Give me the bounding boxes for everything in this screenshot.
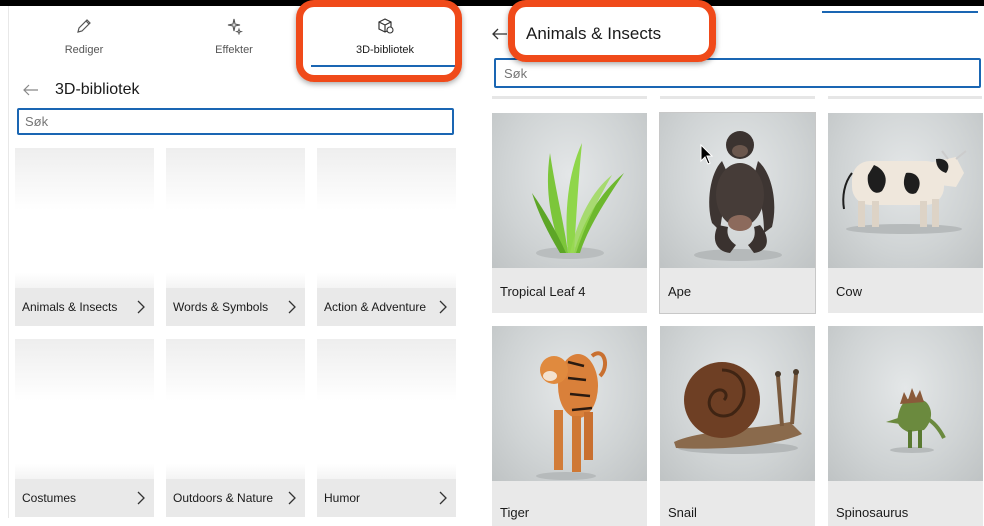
category-label: Humor [324,491,361,505]
category-header: Animals & Insects [480,16,984,52]
model-label: Cow [836,284,863,299]
tile-edge [660,96,815,99]
category-action-adventure[interactable]: Action & Adventure [317,148,456,326]
category-label: Costumes [22,491,77,505]
chevron-right-icon [137,300,145,314]
model-thumbnail [660,326,815,481]
search-input[interactable] [494,58,981,88]
model-thumbnail [492,113,647,268]
model-tile-snail[interactable]: Snail [660,326,815,526]
model-thumbnail [828,113,983,268]
tab-effekter[interactable]: Effekter [159,6,309,70]
chevron-right-icon [288,300,296,314]
active-tab-indicator [822,11,978,13]
category-label-bar: Words & Symbols [166,288,305,326]
model-tile-cow[interactable]: Cow [828,113,983,313]
category-label: Outdoors & Nature [173,491,274,505]
category-outdoors-nature[interactable]: Outdoors & Nature [166,339,305,517]
model-thumbnail [828,326,983,481]
category-label: Animals & Insects [22,300,118,314]
category-words-symbols[interactable]: Words & Symbols [166,148,305,326]
model-tile-ape[interactable]: Ape [659,112,816,314]
back-arrow-icon[interactable] [486,16,514,52]
model-label: Ape [668,284,692,299]
category-animals-insects[interactable]: Animals & Insects [15,148,154,326]
category-costumes[interactable]: Costumes [15,339,154,517]
category-label-bar: Humor [317,479,456,517]
model-tile-tiger[interactable]: Tiger [492,326,647,526]
active-tab-indicator [311,65,459,67]
back-arrow-icon[interactable] [13,72,49,108]
snail-model-image [674,362,802,454]
category-label-bar: Outdoors & Nature [166,479,305,517]
tile-edge [492,96,647,99]
leaf-model-image [532,143,624,259]
tab-3d-bibliotek[interactable]: 3D-bibliotek [311,6,459,70]
model-tile-tropical-leaf[interactable]: Tropical Leaf 4 [492,113,647,313]
sparkle-icon [224,16,244,36]
tab-label: Rediger [64,44,104,56]
tab-rediger[interactable]: Rediger [9,6,159,70]
model-tile-spinosaurus[interactable]: Spinosaurus [828,326,983,526]
tab-label: 3D-bibliotek [355,44,415,56]
category-label: Words & Symbols [173,300,269,314]
category-panel: Animals & Insects Tropical Leaf 4 [480,6,984,526]
chevron-right-icon [137,491,145,505]
category-label-bar: Action & Adventure [317,288,456,326]
chevron-right-icon [439,491,447,505]
spinosaurus-model-image [886,388,946,453]
panel-tabs: Rediger Effekter 3D-bibliotek [9,6,471,70]
paint3d-screen: Rediger Effekter 3D-bibliotek 3D-bibliot… [0,0,984,526]
tile-edge [828,96,982,99]
chevron-right-icon [288,491,296,505]
category-label-bar: Costumes [15,479,154,517]
previous-row-edge [492,96,982,100]
category-label-bar: Animals & Insects [15,288,154,326]
search-input[interactable] [17,108,454,135]
pencil-icon [74,16,94,36]
cow-model-image [842,150,967,234]
tiger-model-image [536,351,608,480]
library-panel: Rediger Effekter 3D-bibliotek 3D-bibliot… [8,6,470,518]
tab-label: Effekter [215,44,253,56]
model-thumbnail [660,113,815,268]
chevron-right-icon [439,300,447,314]
library-header: 3D-bibliotek [9,72,471,108]
category-label: Action & Adventure [324,300,427,314]
3d-cube-icon [375,16,395,36]
page-title: 3D-bibliotek [55,81,140,98]
model-thumbnail [492,326,647,481]
page-title: Animals & Insects [526,24,662,43]
category-humor[interactable]: Humor [317,339,456,517]
model-label: Tropical Leaf 4 [500,284,586,299]
ape-model-image [694,131,782,261]
